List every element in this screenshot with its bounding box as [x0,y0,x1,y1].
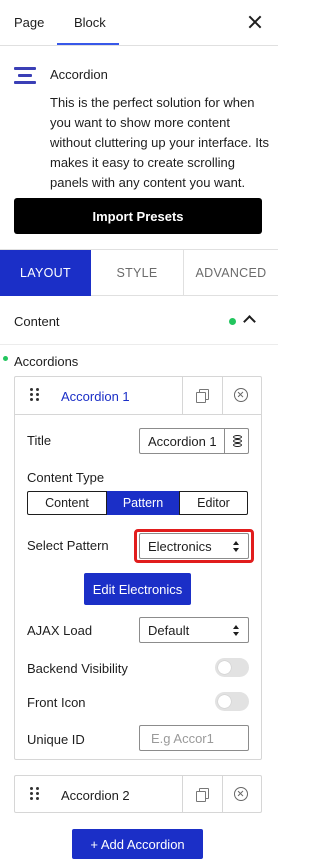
edit-pattern-button[interactable]: Edit Electronics [84,573,191,605]
modified-indicator-dot [3,356,8,361]
settings-tabs: LAYOUT STYLE ADVANCED [0,249,278,296]
database-icon [233,435,242,447]
content-section-label: Content [14,314,60,329]
unique-id-input[interactable]: E.g Accor1 [139,725,249,751]
front-icon-label: Front Icon [27,695,86,710]
accordion-item-header[interactable]: Accordion 2 [14,775,262,813]
block-description: This is the perfect solution for when yo… [50,95,269,190]
modified-indicator-dot [229,318,236,325]
content-type-segmented-control: Content Pattern Editor [27,491,248,515]
accordion-item-label: Accordion 1 [61,389,130,404]
backend-visibility-toggle[interactable] [215,658,249,677]
import-presets-button[interactable]: Import Presets [14,198,262,234]
content-type-content[interactable]: Content [27,491,107,515]
select-arrows-icon [233,541,240,552]
tab-page[interactable]: Page [14,0,44,46]
close-icon[interactable] [245,12,265,32]
content-type-label: Content Type [27,470,105,485]
title-field[interactable]: Accordion 1 [139,428,249,454]
tab-advanced[interactable]: ADVANCED [184,250,278,296]
title-label: Title [27,433,52,448]
content-type-editor[interactable]: Editor [179,491,248,515]
content-type-pattern[interactable]: Pattern [107,491,179,515]
remove-icon[interactable] [234,787,248,801]
add-accordion-button[interactable]: + Add Accordion [72,829,203,859]
unique-id-label: Unique ID [27,732,85,747]
chevron-up-icon [243,315,256,328]
duplicate-icon[interactable] [196,389,209,403]
ajax-load-dropdown[interactable]: Default [139,617,249,643]
drag-handle-icon[interactable] [30,388,39,402]
tab-style[interactable]: STYLE [91,250,184,296]
ajax-load-label: AJAX Load [27,623,93,638]
block-title: Accordion [50,67,108,82]
select-pattern-label: Select Pattern [27,538,109,553]
content-section-toggle[interactable]: Content [0,297,278,345]
sidebar-header: Page Block [0,0,278,46]
dynamic-content-button[interactable] [224,429,249,453]
remove-icon[interactable] [234,388,248,402]
duplicate-icon[interactable] [196,788,209,802]
select-pattern-dropdown[interactable]: Electronics [139,533,249,559]
accordion-item-header[interactable]: Accordion 1 [15,377,261,415]
accordions-label: Accordions [14,354,79,369]
tab-block[interactable]: Block [74,0,106,46]
active-tab-indicator [57,43,119,45]
backend-visibility-label: Backend Visibility [27,661,128,676]
tab-layout[interactable]: LAYOUT [0,250,91,296]
select-arrows-icon [233,625,240,636]
accordion-item-label: Accordion 2 [61,788,130,803]
accordion-item-panel: Accordion 1 Title Accordion 1 Content Ty… [14,376,262,760]
title-value: Accordion 1 [148,433,217,449]
ajax-load-value: Default [148,623,190,638]
accordion-block-icon [14,65,36,87]
unique-id-placeholder: E.g Accor1 [151,731,214,746]
front-icon-toggle[interactable] [215,692,249,711]
drag-handle-icon[interactable] [30,787,39,801]
select-pattern-value: Electronics [148,539,212,554]
